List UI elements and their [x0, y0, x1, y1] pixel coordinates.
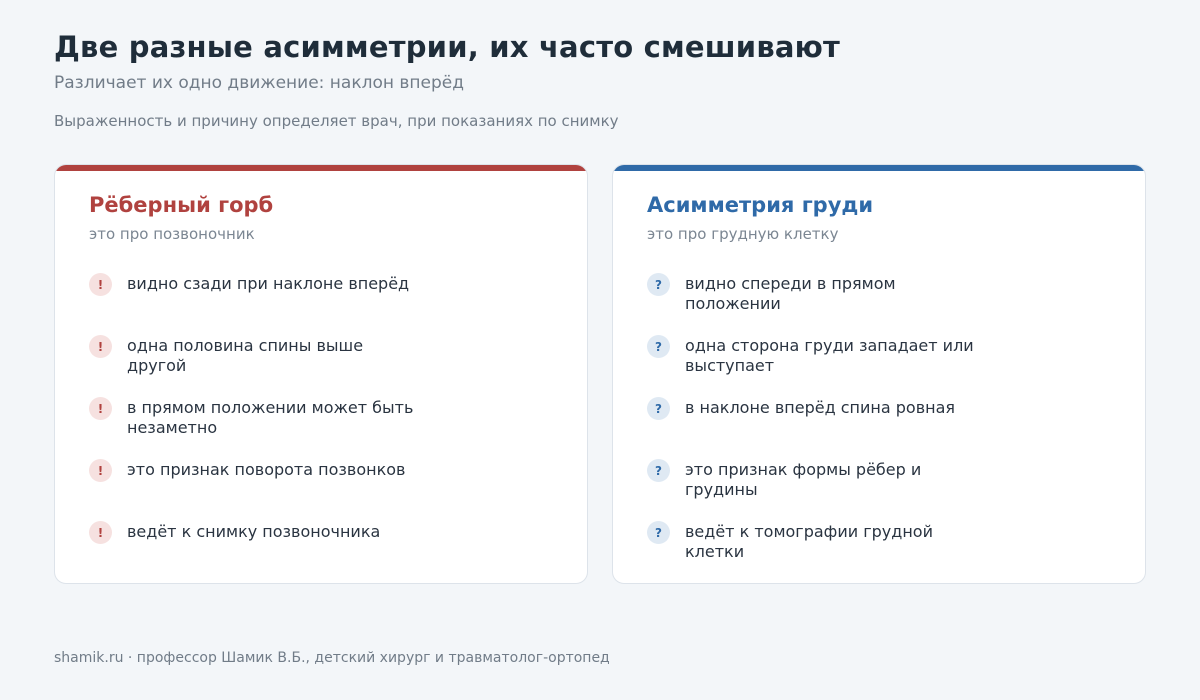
list-item: ! одна половина спины выше другой [89, 335, 549, 385]
exclamation-icon: ! [89, 521, 112, 544]
question-icon: ? [647, 521, 670, 544]
list-item-text: видно сзади при наклоне вперёд [127, 274, 410, 293]
list-item: ? ведёт к томографии грудной клетки [647, 521, 1107, 571]
question-icon: ? [647, 335, 670, 358]
list-item-text: одна сторона груди западает или выступае… [685, 336, 974, 375]
page-subtitle: Различает их одно движение: наклон вперё… [54, 73, 464, 93]
footer-credit: shamik.ru · профессор Шамик В.Б., детски… [54, 650, 610, 666]
list-item: ! это признак поворота позвонков [89, 459, 549, 509]
list-item-text: в прямом положении может быть незаметно [127, 398, 414, 437]
card-accent-bar [613, 165, 1145, 171]
list-item-text: видно спереди в прямом положении [685, 274, 896, 313]
card-title: Рёберный горб [89, 193, 274, 217]
card-subtitle: это про грудную клетку [647, 225, 839, 243]
card-subtitle: это про позвоночник [89, 225, 255, 243]
list-item: ? одна сторона груди западает или выступ… [647, 335, 1107, 385]
list-item: ! ведёт к снимку позвоночника [89, 521, 549, 571]
list-item: ! в прямом положении может быть незаметн… [89, 397, 549, 447]
list-item-text: ведёт к снимку позвоночника [127, 522, 381, 541]
exclamation-icon: ! [89, 397, 112, 420]
card-title: Асимметрия груди [647, 193, 874, 217]
page: Две разные асимметрии, их часто смешиваю… [0, 0, 1200, 700]
card-accent-bar [55, 165, 587, 171]
list-item: ? это признак формы рёбер и грудины [647, 459, 1107, 509]
list-item-text: это признак поворота позвонков [127, 460, 406, 479]
page-note: Выраженность и причину определяет врач, … [54, 112, 619, 130]
list-item: ? видно спереди в прямом положении [647, 273, 1107, 323]
card-chest-asymmetry: Асимметрия груди это про грудную клетку … [612, 164, 1146, 584]
exclamation-icon: ! [89, 459, 112, 482]
list-item-text: это признак формы рёбер и грудины [685, 460, 922, 499]
list-item: ? в наклоне вперёд спина ровная [647, 397, 1107, 447]
list-item: ! видно сзади при наклоне вперёд [89, 273, 549, 323]
list-item-text: одна половина спины выше другой [127, 336, 364, 375]
page-title: Две разные асимметрии, их часто смешиваю… [54, 30, 841, 64]
exclamation-icon: ! [89, 335, 112, 358]
question-icon: ? [647, 397, 670, 420]
question-icon: ? [647, 273, 670, 296]
exclamation-icon: ! [89, 273, 112, 296]
card-rib-hump: Рёберный горб это про позвоночник ! видн… [54, 164, 588, 584]
list-item-text: в наклоне вперёд спина ровная [685, 398, 956, 417]
question-icon: ? [647, 459, 670, 482]
list-item-text: ведёт к томографии грудной клетки [685, 522, 933, 561]
